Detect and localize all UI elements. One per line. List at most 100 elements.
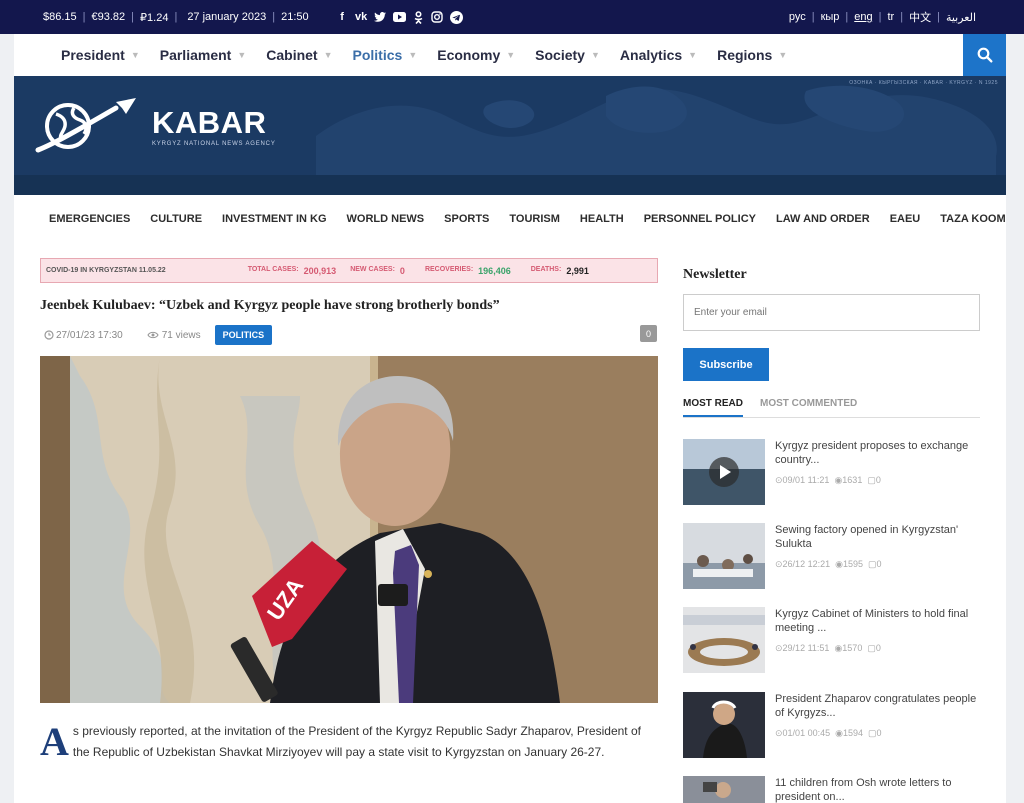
nav-label: Economy <box>437 47 501 63</box>
covid-new-label: NEW CASES: <box>350 265 395 273</box>
news-views: 1594 <box>842 728 863 738</box>
instagram-icon[interactable] <box>431 11 444 24</box>
site-banner: ОЗОНКА · КЫРГЫЗСКАЯ · KABAR · KYRGYZ · N… <box>14 76 1006 195</box>
time-label: 21:50 <box>281 11 309 23</box>
chevron-down-icon: ▼ <box>506 50 516 60</box>
chevron-down-icon: ▼ <box>408 50 418 60</box>
news-comments: 0 <box>876 559 882 569</box>
news-thumbnail <box>683 439 765 505</box>
nav-label: President <box>61 47 125 63</box>
nav-label: Analytics <box>619 47 683 63</box>
search-button[interactable] <box>963 34 1006 76</box>
logo-text: KABAR KYRGYZ NATIONAL NEWS AGENCY <box>152 105 276 147</box>
lang-ru[interactable]: рус <box>783 11 812 23</box>
drop-cap: A <box>40 719 69 764</box>
news-meta: ⊙09/01 11:21 ◉1631 ▢0 <box>775 475 881 485</box>
subnav-taza-koom[interactable]: TAZA KOOM <box>940 213 1005 225</box>
chevron-down-icon: ▼ <box>130 50 140 60</box>
news-views: 1570 <box>842 643 863 653</box>
nav-label: Society <box>535 47 585 63</box>
nav-economy[interactable]: Economy ▼ <box>437 47 515 63</box>
nav-analytics[interactable]: Analytics ▼ <box>620 47 697 63</box>
news-views: 1595 <box>842 559 863 569</box>
telegram-icon[interactable] <box>449 10 463 24</box>
news-meta: ⊙01/01 00:45 ◉1594 ▢0 <box>775 728 882 738</box>
language-switcher: рус | кыр | eng | tr | 中文 | العربية <box>783 9 982 25</box>
news-thumbnail <box>683 776 765 803</box>
article-body: As previously reported, at the invitatio… <box>40 721 658 763</box>
list-item[interactable]: Kyrgyz president proposes to exchange co… <box>683 439 983 509</box>
banner-caption: ОЗОНКА · КЫРГЫЗСКАЯ · KABAR · KYRGYZ · N… <box>849 80 998 86</box>
lang-ar[interactable]: العربية <box>940 11 982 24</box>
subnav-tourism[interactable]: TOURISM <box>509 213 560 225</box>
site-logo[interactable]: KABAR KYRGYZ NATIONAL NEWS AGENCY <box>34 96 276 156</box>
tab-most-read[interactable]: MOST READ <box>683 398 743 417</box>
news-title: Sewing factory opened in Kyrgyzstan' Sul… <box>775 524 959 550</box>
nav-label: Cabinet <box>266 47 318 63</box>
youtube-icon[interactable] <box>392 11 406 24</box>
news-title: Kyrgyz president proposes to exchange co… <box>775 440 969 466</box>
chevron-down-icon: ▼ <box>323 50 333 60</box>
subnav-investment[interactable]: INVESTMENT IN KG <box>222 213 327 225</box>
nav-society[interactable]: Society ▼ <box>535 47 600 63</box>
list-item[interactable]: President Zhaparov congratulates people … <box>683 692 983 762</box>
nav-parliament[interactable]: Parliament ▼ <box>160 47 247 63</box>
chevron-down-icon: ▼ <box>688 50 698 60</box>
news-thumbnail <box>683 692 765 758</box>
covid-recovered-value: 196,406 <box>478 265 511 276</box>
lang-en[interactable]: eng <box>848 11 878 23</box>
nav-regions[interactable]: Regions ▼ <box>717 47 787 63</box>
rub-rate: ₽1.24 <box>140 11 169 24</box>
subnav-eaeu[interactable]: EAEU <box>890 213 921 225</box>
search-icon <box>977 47 992 63</box>
logo-tagline: KYRGYZ NATIONAL NEWS AGENCY <box>152 141 276 147</box>
nav-label: Politics <box>352 47 403 63</box>
covid-recovered-label: RECOVERIES: <box>424 265 474 273</box>
news-meta: ⊙29/12 11:51 ◉1570 ▢0 <box>775 643 881 653</box>
subnav-emergencies[interactable]: EMERGENCIES <box>49 213 130 225</box>
vk-icon[interactable]: vk <box>355 11 368 24</box>
news-date: 01/01 00:45 <box>782 728 831 738</box>
lang-tr[interactable]: tr <box>881 11 900 23</box>
lang-ky[interactable]: кыр <box>815 11 846 23</box>
news-title: President Zhaparov congratulates people … <box>775 693 977 719</box>
lang-zh[interactable]: 中文 <box>903 9 937 25</box>
twitter-icon[interactable] <box>374 11 387 24</box>
news-date: 09/01 11:21 <box>782 475 830 485</box>
subnav-personnel-policy[interactable]: PERSONNEL POLICY <box>644 213 756 225</box>
top-bar: $86.15 | €93.82 | ₽1.24 | 27 january 2023 | … <box>0 0 1024 34</box>
subnav-world-news[interactable]: WORLD NEWS <box>347 213 425 225</box>
article-date: 27/01/23 17:30 <box>56 329 123 341</box>
subnav-culture[interactable]: CULTURE <box>150 213 202 225</box>
news-thumbnail <box>683 607 765 673</box>
category-badge[interactable]: POLITICS <box>214 325 273 345</box>
news-date: 29/12 11:51 <box>782 643 830 653</box>
subscribe-button[interactable]: Subscribe <box>683 348 769 381</box>
odnoklassniki-icon[interactable] <box>412 10 425 24</box>
nav-president[interactable]: President ▼ <box>61 47 140 63</box>
category-navigation: EMERGENCIES CULTURE INVESTMENT IN KG WOR… <box>14 195 1006 242</box>
comment-count-icon[interactable]: 0 <box>640 325 657 342</box>
subnav-sports[interactable]: SPORTS <box>444 213 489 225</box>
list-item[interactable]: Kyrgyz Cabinet of Ministers to hold fina… <box>683 607 983 677</box>
newsletter-email-input[interactable] <box>683 294 980 331</box>
subnav-health[interactable]: HEALTH <box>580 213 624 225</box>
eur-rate: €93.82 <box>91 11 126 23</box>
list-item[interactable]: Sewing factory opened in Kyrgyzstan' Sul… <box>683 523 983 593</box>
currency-rates: $86.15 | €93.82 | ₽1.24 | 27 january 2023 | … <box>38 11 314 24</box>
subnav-law-and-order[interactable]: LAW AND ORDER <box>776 213 870 225</box>
eye-icon <box>147 331 159 339</box>
covid-new-value: 0 <box>399 265 405 276</box>
nav-cabinet[interactable]: Cabinet ▼ <box>266 47 332 63</box>
nav-politics[interactable]: Politics ▼ <box>353 47 418 63</box>
list-item[interactable]: 11 children from Osh wrote letters to pr… <box>683 776 983 803</box>
facebook-icon[interactable]: f <box>336 11 349 24</box>
news-comments: 0 <box>876 728 882 738</box>
covid-new: NEW CASES: 0 <box>350 266 405 276</box>
covid-deaths-value: 2,991 <box>566 265 589 276</box>
logo-name: KABAR <box>152 105 267 140</box>
tab-most-commented[interactable]: MOST COMMENTED <box>760 398 857 417</box>
news-views: 1631 <box>842 475 863 485</box>
usd-rate: $86.15 <box>43 11 77 23</box>
nav-label: Parliament <box>159 47 232 63</box>
